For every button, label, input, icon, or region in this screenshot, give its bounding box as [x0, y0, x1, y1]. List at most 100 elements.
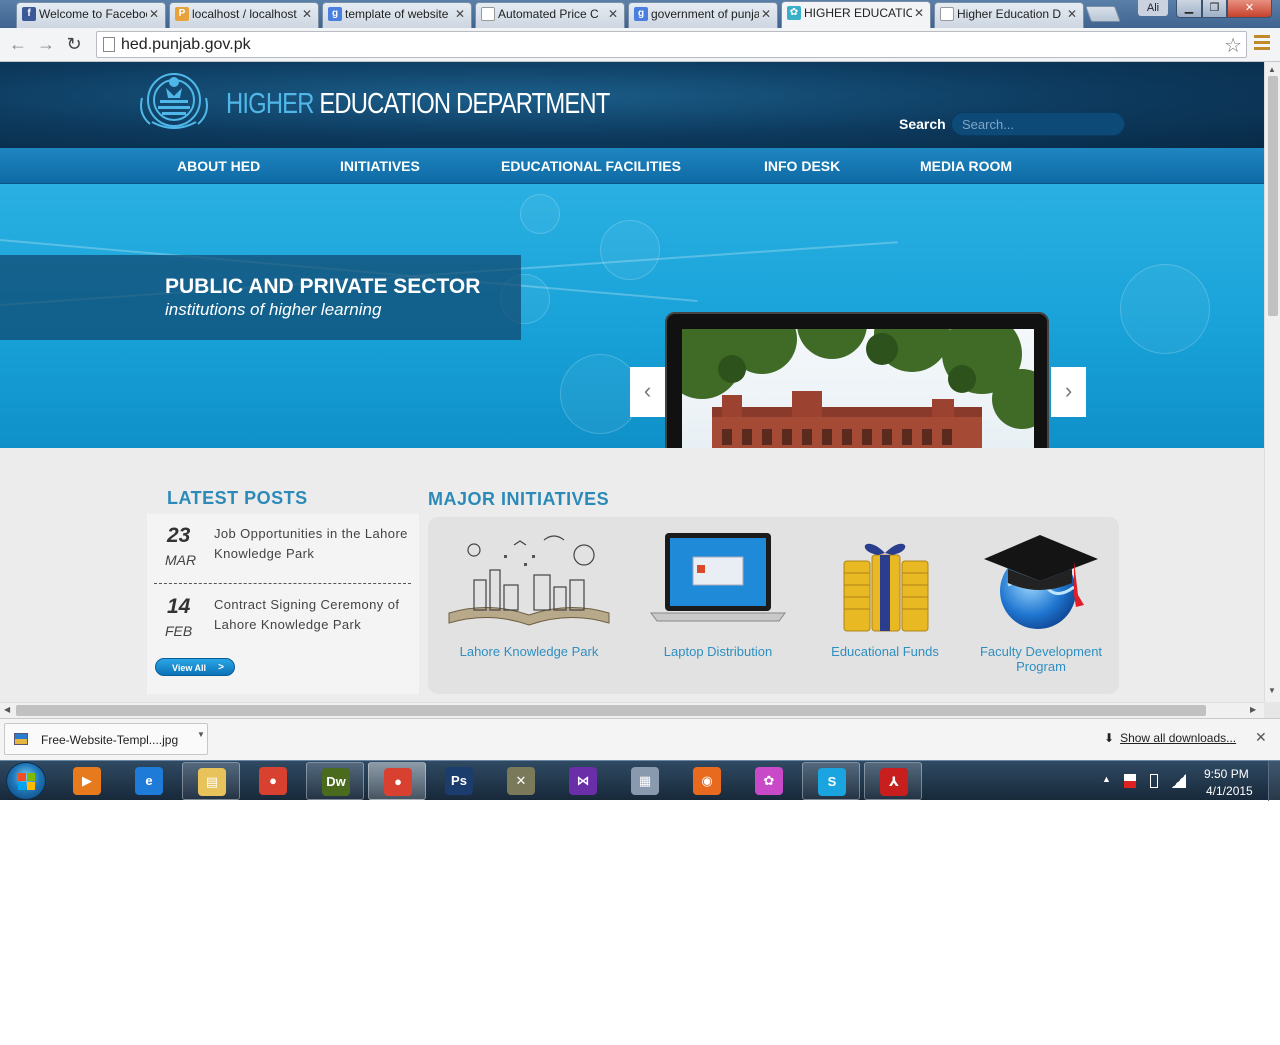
tab-localhost[interactable]: P localhost / localhost ✕	[169, 2, 319, 28]
post-month: MAR	[165, 552, 197, 568]
vertical-scroll-thumb[interactable]	[1268, 76, 1278, 316]
taskbar-app-visual-studio[interactable]: ⋈	[554, 762, 612, 800]
scroll-down-icon[interactable]: ▼	[1268, 686, 1276, 695]
latest-posts-heading: LATEST POSTS	[167, 488, 308, 508]
show-all-downloads-link[interactable]: ⬇ Show all downloads...	[1104, 731, 1236, 745]
nav-initiatives[interactable]: INITIATIVES	[340, 158, 420, 174]
nav-media-room[interactable]: MEDIA ROOM	[920, 158, 1012, 174]
main-nav: ABOUT HED INITIATIVES EDUCATIONAL FACILI…	[0, 148, 1264, 184]
site-title-rest: EDUCATION DEPARTMENT	[313, 88, 610, 120]
initiative-educational-funds[interactable]: Educational Funds	[818, 525, 952, 659]
slider-next-button[interactable]: ›	[1051, 367, 1086, 417]
close-tab-icon[interactable]: ✕	[455, 3, 465, 25]
close-downloads-bar-icon[interactable]: ✕	[1255, 729, 1267, 746]
maximize-button[interactable]: ❐	[1202, 0, 1227, 18]
minimize-button[interactable]: ▁	[1176, 0, 1202, 18]
taskbar-app-media-player[interactable]: ▶	[58, 762, 116, 800]
clock-time[interactable]: 9:50 PM	[1204, 767, 1249, 781]
tab-government-search[interactable]: g government of punjab ✕	[628, 2, 778, 28]
post-item[interactable]: 14 FEB Contract Signing Ceremony of Laho…	[147, 585, 419, 653]
network-signal-icon[interactable]	[1172, 774, 1186, 788]
clock-date[interactable]: 4/1/2015	[1206, 784, 1253, 798]
page-viewport: HIGHER EDUCATION DEPARTMENT Search ABOUT…	[0, 62, 1264, 702]
bookmark-star-icon[interactable]: ☆	[1224, 33, 1242, 58]
reload-icon[interactable]: ↻	[62, 32, 86, 56]
scroll-left-icon[interactable]: ◀	[4, 705, 10, 714]
download-item[interactable]: Free-Website-Templ....jpg ▼	[4, 723, 208, 755]
show-desktop-button[interactable]	[1268, 761, 1280, 801]
nav-educational-facilities[interactable]: EDUCATIONAL FACILITIES	[501, 158, 681, 174]
close-tab-icon[interactable]: ✕	[608, 3, 618, 25]
horizontal-scroll-thumb[interactable]	[16, 705, 1206, 716]
taskbar-app-firefox[interactable]: ◉	[678, 762, 736, 800]
taskbar-app-sql-server[interactable]: ▦	[616, 762, 674, 800]
show-hidden-icons-icon[interactable]: ▲	[1102, 774, 1111, 784]
picasa-icon: ✿	[755, 767, 783, 795]
post-title-link[interactable]: Job Opportunities in the Lahore Knowledg…	[214, 524, 414, 564]
tab-title: template of website	[345, 7, 449, 21]
internet-explorer-icon: e	[135, 767, 163, 795]
browser-toolbar: ← → ↻ hed.punjab.gov.pk ☆	[0, 28, 1280, 62]
initiative-faculty-development[interactable]: Faculty Development Program	[970, 525, 1112, 674]
taskbar-app-skype[interactable]: S	[802, 762, 860, 800]
url-text[interactable]: hed.punjab.gov.pk	[121, 36, 251, 54]
initiative-lahore-knowledge-park[interactable]: Lahore Knowledge Park	[444, 525, 614, 659]
initiative-label[interactable]: Laptop Distribution	[638, 644, 798, 659]
initiative-label[interactable]: Faculty Development Program	[970, 644, 1112, 674]
vertical-scrollbar[interactable]: ▲ ▼	[1264, 62, 1280, 702]
tab-automated-price[interactable]: Automated Price C ✕	[475, 2, 625, 28]
chevron-down-icon[interactable]: ▼	[197, 730, 205, 739]
scroll-right-icon[interactable]: ▶	[1250, 705, 1256, 714]
show-all-label[interactable]: Show all downloads...	[1120, 731, 1236, 745]
windows-taskbar: ▲ 9:50 PM 4/1/2015 ▶ e ▤ ● Dw ● Ps ✕ ⋈ ▦ ◉ ✿ S ⅄	[0, 760, 1280, 801]
horizontal-scrollbar[interactable]: ◀ ▶	[0, 702, 1264, 718]
taskbar-app-picasa[interactable]: ✿	[740, 762, 798, 800]
close-tab-icon[interactable]: ✕	[914, 2, 924, 24]
close-tab-icon[interactable]: ✕	[761, 3, 771, 25]
post-title-link[interactable]: Contract Signing Ceremony of Lahore Know…	[214, 595, 414, 635]
nav-about-hed[interactable]: ABOUT HED	[177, 158, 260, 174]
nav-info-desk[interactable]: INFO DESK	[764, 158, 840, 174]
initiative-label[interactable]: Educational Funds	[818, 644, 952, 659]
search-input[interactable]	[951, 112, 1125, 136]
slider-prev-button[interactable]: ‹	[630, 367, 665, 417]
back-arrow-icon[interactable]: ←	[6, 32, 30, 56]
major-initiatives-box: Lahore Knowledge Park Laptop Distributio…	[428, 517, 1119, 694]
taskbar-app-acrobat[interactable]: ⅄	[864, 762, 922, 800]
post-item[interactable]: 23 MAR Job Opportunities in the Lahore K…	[147, 514, 419, 582]
view-all-button[interactable]: View All >	[155, 658, 235, 676]
punjab-emblem-logo-icon[interactable]	[136, 70, 212, 134]
initiative-label[interactable]: Lahore Knowledge Park	[444, 644, 614, 659]
scroll-up-icon[interactable]: ▲	[1268, 65, 1276, 74]
address-bar[interactable]: hed.punjab.gov.pk ☆	[96, 31, 1247, 58]
skype-icon: S	[818, 768, 846, 796]
initiative-laptop-distribution[interactable]: Laptop Distribution	[638, 525, 798, 659]
site-title-highlight: HIGHER	[226, 88, 314, 120]
tab-higher-education-active[interactable]: ✿ HIGHER EDUCATIO ✕	[781, 1, 931, 28]
profile-button[interactable]: Ali	[1138, 0, 1168, 16]
taskbar-app-tools[interactable]: ✕	[492, 762, 550, 800]
download-file-name[interactable]: Free-Website-Templ....jpg	[41, 733, 178, 747]
taskbar-app-chrome-active[interactable]: ●	[368, 762, 426, 800]
taskbar-app-file-explorer[interactable]: ▤	[182, 762, 240, 800]
close-tab-icon[interactable]: ✕	[302, 3, 312, 25]
tab-template-search[interactable]: g template of website ✕	[322, 2, 472, 28]
action-center-flag-icon[interactable]	[1124, 774, 1136, 788]
taskbar-app-photoshop[interactable]: Ps	[430, 762, 488, 800]
tab-higher-education-d[interactable]: Higher Education D ✕	[934, 2, 1084, 28]
close-tab-icon[interactable]: ✕	[1067, 3, 1077, 25]
tab-facebook[interactable]: f Welcome to Facebook ✕	[16, 2, 166, 28]
battery-icon[interactable]	[1150, 774, 1158, 788]
new-tab-button[interactable]	[1085, 6, 1121, 22]
close-tab-icon[interactable]: ✕	[149, 3, 159, 25]
menu-icon[interactable]	[1254, 35, 1270, 53]
taskbar-app-internet-explorer[interactable]: e	[120, 762, 178, 800]
close-window-button[interactable]: ✕	[1227, 0, 1272, 18]
taskbar-app-chrome[interactable]: ●	[244, 762, 302, 800]
tab-title: HIGHER EDUCATIO	[804, 6, 912, 20]
forward-arrow-icon[interactable]: →	[34, 32, 58, 56]
start-button[interactable]	[6, 762, 46, 800]
taskbar-app-dreamweaver[interactable]: Dw	[306, 762, 364, 800]
coins-gift-icon	[843, 543, 929, 632]
visual-studio-icon: ⋈	[569, 767, 597, 795]
